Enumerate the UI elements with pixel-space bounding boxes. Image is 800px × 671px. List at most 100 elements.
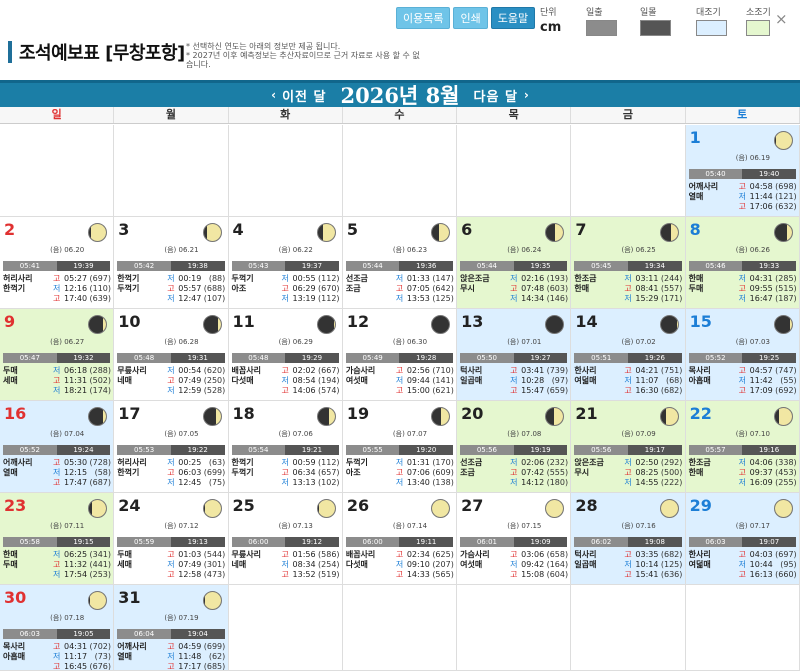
list-button[interactable]: 이용목록	[396, 7, 451, 29]
tide-table: 두매 고 01:03 (544) 세매 저 07:49 (301) 고 12:58 (473)	[117, 550, 225, 580]
calendar-day-cell[interactable]: 9 (음) 06.27 05:47 19:32 두매 저 06:18 (288) 세매 고 11:3…	[0, 309, 115, 401]
calendar-day-cell[interactable]: 3 (음) 06.21 05:42 19:38 한꺽기 저 00:19 (88) 두꺽기 고 05:…	[114, 217, 229, 309]
calendar-day-cell[interactable]: 7 (음) 06.25 05:45 19:34 한조금 저 03:11 (244) 한매 고 08:…	[571, 217, 686, 309]
lunar-date: (음) 07.17	[735, 522, 770, 530]
lunar-date: (음) 06.20	[50, 246, 85, 254]
tide-name: 한조금	[688, 458, 711, 467]
calendar-day-cell[interactable]: 2 (음) 06.20 05:41 19:39 허리사리 고 05:27 (697) 한꺽기 저 1…	[0, 217, 115, 309]
tide-level: (110)	[89, 284, 111, 293]
calendar-day-cell[interactable]: 29 (음) 07.17 06:03 19:07 한사리 고 04:03 (697) 여덟매 저 1…	[685, 493, 800, 585]
help-button[interactable]: 도움말	[490, 7, 536, 29]
print-button[interactable]: 인쇄	[453, 7, 488, 29]
calendar-day-cell[interactable]: 14 (음) 07.02 05:51 19:26 한사리 고 04:21 (751) 여덟매 저 1…	[571, 309, 686, 401]
tide-name: 어깨사리	[688, 182, 719, 191]
chevron-right-icon[interactable]: ›	[524, 88, 529, 102]
tide-level: (194)	[318, 376, 340, 385]
tide-time: 13:52	[292, 570, 316, 579]
tide-row: 고 15:08 (604)	[460, 570, 568, 580]
tide-type: 고	[53, 376, 61, 385]
close-icon[interactable]: ×	[775, 10, 788, 28]
prev-month-link[interactable]: 이전 달	[282, 86, 326, 105]
tide-type: 고	[395, 386, 404, 395]
tide-level: (187)	[775, 294, 797, 303]
calendar-day-cell[interactable]: 28 (음) 07.16 06:02 19:08 턱사리 고 03:35 (682) 일곱매 저 1…	[571, 493, 686, 585]
tide-table: 턱사리 고 03:41 (739) 일곱매 저 10:28 (97) 고 15:47 (659)	[460, 366, 568, 396]
calendar-day-cell[interactable]: 19 (음) 07.07 05:55 19:20 두꺽기 저 01:31 (170) 아조 고 07…	[342, 401, 458, 493]
tide-time: 07:48	[521, 284, 545, 293]
calendar-day-cell[interactable]: 1 (음) 06.19 05:40 19:40 어깨사리 고 04:58 (698) 열매 저 11…	[685, 125, 800, 217]
calendar-day-cell[interactable]: 16 (음) 07.04 05:52 19:24 어깨사리 고 05:30 (728) 열매 저 1…	[0, 401, 115, 493]
tide-row: 허리사리 저 00:25 (63)	[117, 458, 225, 468]
tide-level: (174)	[89, 386, 111, 395]
calendar-day-cell[interactable]: 8 (음) 06.26 05:46 19:33 한매 저 04:31 (285) 두매 고 09:5…	[685, 217, 800, 309]
weekday-thu: 목	[457, 107, 572, 123]
calendar-day-cell[interactable]: 13 (음) 07.01 05:50 19:27 턱사리 고 03:41 (739) 일곱매 저 1…	[457, 309, 572, 401]
unit-value: cm	[540, 20, 562, 35]
tide-time: 09:55	[749, 284, 773, 293]
tide-level: (687)	[89, 478, 111, 487]
tide-time: 11:48	[178, 652, 202, 661]
calendar-day-cell[interactable]: 5 (음) 06.23 05:44 19:36 선조금 저 01:33 (147) 조금 고 07:…	[342, 217, 458, 309]
sunset-time: 19:04	[170, 629, 225, 639]
calendar-day-cell[interactable]: 25 (음) 07.13 06:00 19:12 무릎사리 고 01:56 (586) 네매 저 0…	[228, 493, 343, 585]
calendar-day-cell[interactable]: 27 (음) 07.15 06:01 19:09 가슴사리 고 03:06 (658) 여섯매 저…	[457, 493, 572, 585]
tide-level: (636)	[660, 570, 683, 579]
calendar-day-cell[interactable]: 10 (음) 06.28 05:48 19:31 무릎사리 저 00:54 (620) 네매 고 0…	[114, 309, 229, 401]
tide-type: 저	[624, 478, 632, 487]
tide-type: 저	[53, 570, 61, 579]
page-title: 조석예보표 [무창포항]	[19, 43, 185, 64]
legend-sunrise: 일출	[586, 5, 617, 36]
tide-level: (73)	[94, 652, 111, 661]
calendar-day-cell[interactable]: 23 (음) 07.11 05:58 19:15 한매 저 06:25 (341) 두매 고 11:…	[0, 493, 115, 585]
legend-neap-tide: 소조기	[746, 5, 771, 36]
moon-phase-icon	[431, 499, 451, 518]
tide-level: (670)	[318, 284, 340, 293]
calendar-day-cell[interactable]: 6 (음) 06.24 05:44 19:35 앉은조금 저 02:16 (193) 무시 고 07…	[457, 217, 572, 309]
tide-type: 저	[510, 294, 518, 303]
legend-sunrise-swatch	[586, 20, 617, 36]
tide-level: (682)	[660, 386, 683, 395]
tide-level: (285)	[775, 274, 797, 283]
calendar-day-cell[interactable]: 22 (음) 07.10 05:57 19:16 한조금 저 04:06 (338) 한매 고 09…	[685, 401, 800, 493]
chevron-left-icon[interactable]: ‹	[271, 88, 276, 102]
sunrise-time: 05:46	[688, 261, 743, 271]
tide-row: 한사리 고 04:21 (751)	[574, 366, 682, 376]
tide-level: (658)	[546, 550, 569, 559]
tide-row: 여덟매 저 11:07 (68)	[574, 376, 682, 386]
tide-time: 16:30	[635, 386, 659, 395]
tide-level: (97)	[551, 376, 569, 385]
unit-display: 단위 cm	[540, 5, 561, 35]
next-month-link[interactable]: 다음 달	[474, 86, 518, 105]
tide-row: 고 15:41 (636)	[574, 570, 682, 580]
calendar-day-cell[interactable]: 30 (음) 07.18 06:03 19:05 목사리 고 04:31 (702) 아홉매 저 1…	[0, 585, 115, 671]
calendar-day-cell[interactable]: 26 (음) 07.14 06:00 19:11 배꼽사리 고 02:34 (625) 다섯매 저…	[342, 493, 458, 585]
tide-row: 앉은조금 저 02:16 (193)	[460, 274, 568, 284]
moon-phase-icon	[773, 407, 793, 426]
calendar-day-cell[interactable]: 4 (음) 06.22 05:43 19:37 두꺽기 저 00:55 (112) 아조 고 06:…	[228, 217, 343, 309]
sunrise-time: 05:48	[231, 353, 286, 363]
tide-row: 여섯매 저 09:42 (164)	[460, 560, 568, 570]
tide-name: 한꺽기	[231, 458, 254, 467]
lunar-date: (음) 06.30	[392, 338, 428, 346]
tide-type: 저	[624, 274, 632, 283]
tide-type: 저	[624, 458, 632, 467]
lunar-date: (음) 07.09	[621, 430, 656, 438]
tide-row: 두매 고 01:03 (544)	[117, 550, 225, 560]
tide-type: 고	[281, 550, 289, 559]
legend-sunset-label: 일몰	[640, 8, 657, 18]
tide-name: 배꼽사리	[345, 550, 376, 559]
day-number: 6	[461, 220, 473, 239]
calendar-day-cell[interactable]: 24 (음) 07.12 05:59 19:13 두매 고 01:03 (544) 세매 저 07:…	[114, 493, 229, 585]
tide-type: 고	[53, 642, 61, 651]
calendar-day-cell[interactable]: 31 (음) 07.19 06:04 19:04 어깨사리 고 04:59 (699) 열매 저 1…	[114, 585, 229, 671]
calendar-day-cell[interactable]: 15 (음) 07.03 05:52 19:25 목사리 고 04:57 (747) 아홉매 저 1…	[685, 309, 800, 401]
calendar-day-cell[interactable]: 21 (음) 07.09 05:56 19:17 앉은조금 저 02:50 (292) 무시 고 0…	[571, 401, 686, 493]
tide-level: (586)	[318, 550, 340, 559]
calendar-day-cell[interactable]: 11 (음) 06.29 05:48 19:29 배꼽사리 고 02:02 (667) 다섯매 저…	[228, 309, 343, 401]
calendar-day-cell[interactable]: 18 (음) 07.06 05:54 19:21 한꺽기 저 00:59 (112) 두꺽기 고 0…	[228, 401, 343, 493]
calendar-day-cell[interactable]: 17 (음) 07.05 05:53 19:22 허리사리 저 00:25 (63) 한꺽기 고 0…	[114, 401, 229, 493]
calendar-day-cell[interactable]: 20 (음) 07.08 05:56 19:19 선조금 저 02:06 (232) 조금 고 07…	[457, 401, 572, 493]
calendar-day-cell[interactable]: 12 (음) 06.30 05:49 19:28 가슴사리 고 02:56 (710) 여섯매 저…	[342, 309, 458, 401]
calendar-empty-cell	[342, 585, 458, 671]
sunrise-time: 05:44	[460, 261, 514, 271]
